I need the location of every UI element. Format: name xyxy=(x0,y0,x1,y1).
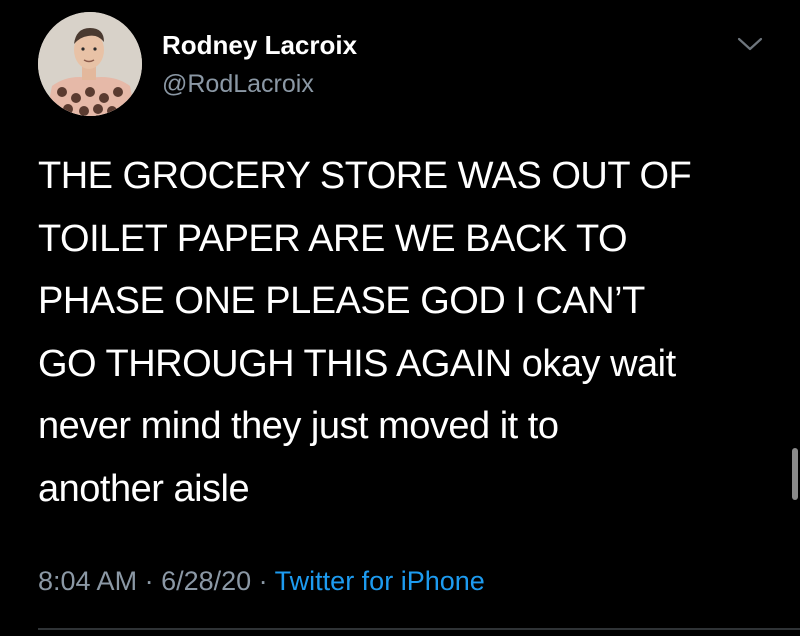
tweet-text: THE GROCERY STORE WAS OUT OF TOILET PAPE… xyxy=(38,145,778,520)
tweet-text-line: PHASE ONE PLEASE GOD I CAN’T xyxy=(38,280,645,322)
divider xyxy=(38,628,800,630)
tweet-text-line: THE GROCERY STORE WAS OUT OF xyxy=(38,155,692,197)
tweet-text-line: TOILET PAPER ARE WE BACK TO xyxy=(38,217,628,260)
display-name[interactable]: Rodney Lacroix xyxy=(162,30,357,61)
tweet-meta: 8:04 AM · 6/28/20 · Twitter for iPhone xyxy=(38,566,485,597)
tweet: Rodney Lacroix @RodLacroix THE GROCERY S… xyxy=(0,0,800,636)
meta-separator: · xyxy=(137,566,162,596)
avatar-image xyxy=(38,12,142,116)
tweet-date[interactable]: 6/28/20 xyxy=(161,566,251,596)
chevron-down-icon xyxy=(737,37,763,51)
avatar[interactable] xyxy=(38,12,142,116)
more-options-button[interactable] xyxy=(734,30,766,56)
tweet-text-line: never mind they just moved it to xyxy=(38,405,559,447)
tweet-text-line: GO THROUGH THIS AGAIN okay wait xyxy=(38,342,676,385)
tweet-source-link[interactable]: Twitter for iPhone xyxy=(275,566,485,596)
meta-separator: · xyxy=(251,566,275,596)
user-handle[interactable]: @RodLacroix xyxy=(162,70,314,99)
tweet-time[interactable]: 8:04 AM xyxy=(38,566,137,596)
tweet-text-line: another aisle xyxy=(38,467,250,510)
scrollbar-thumb[interactable] xyxy=(792,448,798,500)
